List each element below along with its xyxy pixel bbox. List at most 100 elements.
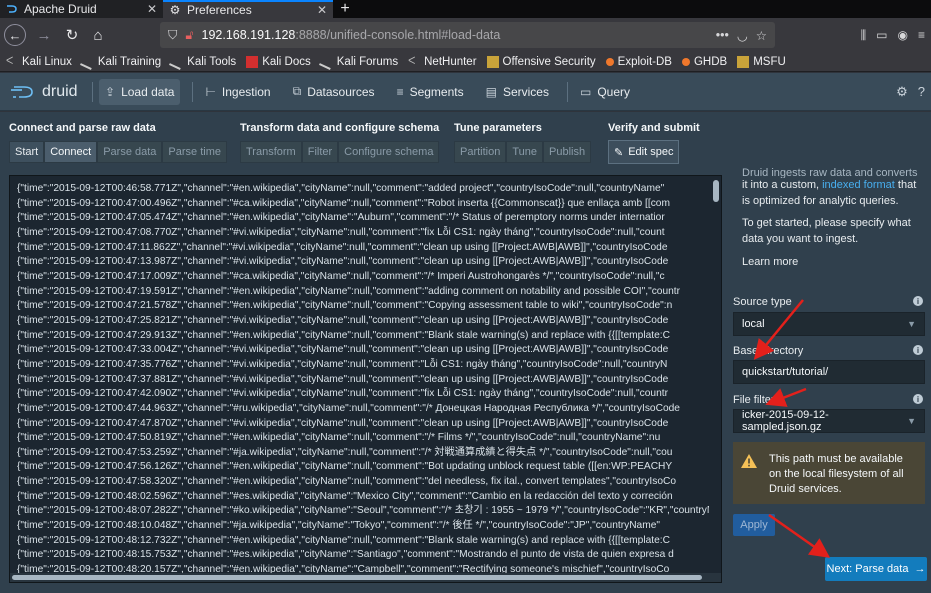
step-group-title: Tune parameters: [454, 122, 542, 134]
nav-services[interactable]: ▤ Services: [480, 79, 555, 105]
info-icon[interactable]: i: [913, 394, 923, 404]
step-connect[interactable]: Connect: [44, 141, 98, 163]
raw-data-line: {"time":"2015-09-12T00:47:00.496Z","chan…: [17, 197, 670, 209]
bookmark-nethunter[interactable]: ᐸ NetHunter: [408, 56, 476, 68]
bookmark-star-icon[interactable]: ☆: [756, 28, 767, 43]
raw-data-line: {"time":"2015-09-12T00:47:44.963Z","chan…: [17, 402, 680, 414]
base-directory-label: Base directory: [733, 345, 804, 357]
tab-close-icon[interactable]: ✕: [147, 2, 157, 16]
raw-data-line: {"time":"2015-09-12T00:47:21.578Z","chan…: [17, 300, 673, 312]
raw-data-lines: {"time":"2015-09-12T00:46:58.771Z","chan…: [17, 182, 709, 582]
step-partition[interactable]: Partition: [454, 141, 507, 163]
nethunter-icon: ᐸ: [408, 55, 416, 67]
step-configure-schema[interactable]: Configure schema: [338, 141, 440, 163]
nav-ingestion[interactable]: ⊢ Ingestion: [199, 79, 276, 105]
tab-apache-druid[interactable]: Apache Druid ✕: [0, 0, 163, 18]
bookmark-kali-forums[interactable]: Kali Forums: [318, 53, 398, 70]
source-type-select[interactable]: local ▼: [733, 312, 925, 336]
bookmark-offensive-security[interactable]: Offensive Security: [486, 55, 596, 68]
path-warning-callout: This path must be available on the local…: [733, 442, 925, 504]
step-tune[interactable]: Tune: [506, 141, 544, 163]
step-start[interactable]: Start: [9, 141, 45, 163]
back-arrow-icon[interactable]: ←: [4, 24, 26, 46]
nav-load-data[interactable]: ⇪ Load data: [99, 78, 181, 105]
raw-data-line: {"time":"2015-09-12T00:48:02.596Z","chan…: [17, 490, 673, 502]
msfu-icon: [737, 55, 750, 68]
tab-preferences[interactable]: ⚙ Preferences ✕: [163, 0, 333, 18]
raw-data-line: {"time":"2015-09-12T00:47:25.821Z","chan…: [17, 314, 669, 326]
raw-data-preview[interactable]: {"time":"2015-09-12T00:46:58.771Z","chan…: [9, 175, 722, 583]
bookmark-kali-tools[interactable]: Kali Tools: [169, 53, 236, 70]
library-icon[interactable]: ⫼: [861, 28, 867, 43]
bookmark-kali-training[interactable]: Kali Training: [79, 53, 161, 70]
bookmark-exploit-db[interactable]: Exploit-DB: [605, 56, 672, 68]
indexed-format-link[interactable]: indexed format: [822, 179, 895, 191]
menu-icon[interactable]: ≡: [918, 28, 925, 42]
sidebar-icon[interactable]: ▭: [876, 28, 887, 42]
nav-query[interactable]: ▭ Query: [574, 79, 636, 105]
intro-text-cut: Druid ingests raw data and converts: [742, 167, 918, 178]
step-group-transform: Transform data and configure schema Tran…: [240, 122, 440, 163]
page-actions-icon[interactable]: •••: [716, 28, 729, 43]
raw-data-line: {"time":"2015-09-12T00:46:58.771Z","chan…: [17, 183, 665, 194]
nav-segments[interactable]: ≡ Segments: [391, 79, 470, 105]
gantt-chart-icon: ⊢: [205, 84, 216, 99]
intro-text: it into a custom, indexed format that is…: [742, 179, 917, 207]
shield-icon: ⛉: [168, 27, 178, 42]
kali-dragon-icon: [169, 53, 186, 70]
step-transform[interactable]: Transform: [240, 141, 302, 163]
horizontal-scrollbar[interactable]: [10, 573, 721, 582]
toolbar-right: ⫼ ▭ ◉ ≡: [861, 18, 931, 52]
warning-sign-icon: [741, 454, 757, 494]
reload-icon[interactable]: ↻: [60, 23, 84, 47]
step-edit-spec[interactable]: ✎ Edit spec: [608, 140, 680, 164]
raw-data-line: {"time":"2015-09-12T00:47:47.870Z","chan…: [17, 417, 669, 429]
nav-datasources[interactable]: ⧉ Datasources: [287, 79, 381, 105]
raw-data-line: {"time":"2015-09-12T00:48:15.753Z","chan…: [17, 549, 674, 561]
step-parse-time[interactable]: Parse time: [162, 141, 227, 163]
info-icon[interactable]: i: [913, 296, 923, 306]
kali-dragon-icon: [79, 53, 96, 70]
scroll-thumb[interactable]: [12, 575, 702, 580]
ghdb-icon: [681, 57, 690, 66]
url-rest: :8888/unified-console.html#load-data: [295, 28, 501, 42]
account-icon[interactable]: ◉: [898, 28, 908, 42]
step-group-tune: Tune parameters Partition Tune Publish: [454, 122, 592, 163]
raw-data-line: {"time":"2015-09-12T00:47:53.259Z","chan…: [17, 446, 673, 458]
info-icon[interactable]: i: [913, 345, 923, 355]
raw-data-line: {"time":"2015-09-12T00:47:29.913Z","chan…: [17, 329, 670, 341]
apply-button[interactable]: Apply: [733, 514, 775, 536]
load-data-steps: Connect and parse raw data Start Connect…: [0, 112, 931, 172]
tab-title: Preferences: [187, 3, 252, 17]
learn-more-link[interactable]: Learn more: [742, 255, 922, 271]
database-icon: ▤: [485, 84, 497, 99]
druid-logo-icon: [11, 85, 33, 98]
bookmark-ghdb[interactable]: GHDB: [681, 56, 727, 68]
step-parse-data[interactable]: Parse data: [97, 141, 163, 163]
home-icon[interactable]: ⌂: [86, 23, 110, 47]
browser-tab-bar: Apache Druid ✕ ⚙ Preferences ✕ +: [0, 0, 931, 18]
url-host: 192.168.191.128: [201, 28, 296, 42]
forward-arrow-icon[interactable]: →: [32, 23, 56, 47]
raw-data-line: {"time":"2015-09-12T00:48:10.048Z","chan…: [17, 520, 660, 532]
bookmark-kali-docs[interactable]: Kali Docs: [246, 55, 311, 68]
new-tab-button[interactable]: +: [333, 0, 357, 18]
kali-docs-icon: [246, 55, 259, 68]
tab-close-icon[interactable]: ✕: [317, 3, 327, 17]
connect-sidebar: Druid ingests raw data and converts it i…: [733, 167, 931, 593]
next-parse-data-button[interactable]: Next: Parse data →: [825, 557, 927, 581]
step-filter[interactable]: Filter: [301, 141, 339, 163]
bookmark-msfu[interactable]: MSFU: [737, 55, 786, 68]
bookmark-kali-linux[interactable]: ᐸ Kali Linux: [6, 56, 72, 68]
help-icon[interactable]: ?: [918, 84, 925, 100]
druid-logo[interactable]: druid: [10, 83, 90, 101]
step-publish[interactable]: Publish: [543, 141, 592, 163]
pocket-icon[interactable]: ◡: [737, 28, 748, 43]
settings-cog-icon[interactable]: ⚙: [896, 84, 908, 100]
browser-nav-bar: ← → ↻ ⌂ ⛉ 🔓︎ 192.168.191.128:8888/unifie…: [0, 18, 931, 52]
url-bar[interactable]: ⛉ 🔓︎ 192.168.191.128:8888/unified-consol…: [160, 22, 775, 48]
file-filter-input[interactable]: icker-2015-09-12-sampled.json.gz ▼: [733, 409, 925, 433]
offsec-icon: [486, 55, 499, 68]
vertical-scrollbar[interactable]: [713, 180, 719, 202]
base-directory-input[interactable]: quickstart/tutorial/: [733, 360, 925, 384]
